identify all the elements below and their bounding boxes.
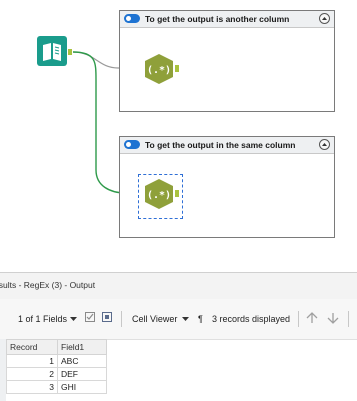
svg-text:(.*): (.*) bbox=[147, 190, 171, 201]
regex-tool-bottom[interactable]: (.*) bbox=[143, 178, 183, 210]
results-toolbar: 1 of 1 Fields Cell Viewer ¶ 3 records di… bbox=[0, 299, 357, 340]
results-header: esults - RegEx (3) - Output bbox=[0, 273, 357, 299]
record-number: 2 bbox=[6, 367, 58, 381]
toolbar-divider bbox=[121, 311, 122, 327]
deselect-icon[interactable] bbox=[102, 312, 113, 323]
field1-cell[interactable]: ABC bbox=[57, 354, 107, 368]
arrow-up-icon[interactable] bbox=[306, 312, 318, 324]
book-icon bbox=[37, 36, 72, 66]
field1-cell[interactable]: DEF bbox=[57, 367, 107, 381]
container-title: To get the output in the same column bbox=[145, 140, 296, 150]
collapse-button[interactable] bbox=[319, 13, 330, 24]
records-count: 3 records displayed bbox=[212, 314, 291, 324]
chevron-up-icon bbox=[322, 143, 327, 146]
regex-icon: (.*) bbox=[145, 54, 179, 84]
table-row[interactable]: 2 DEF bbox=[6, 367, 107, 381]
record-number: 1 bbox=[6, 354, 58, 368]
svg-text:(.*): (.*) bbox=[147, 65, 171, 76]
container-header[interactable]: To get the output is another column bbox=[120, 11, 334, 28]
checkbox-edit-icon[interactable] bbox=[85, 312, 96, 323]
table-row[interactable]: 3 GHI bbox=[6, 380, 107, 394]
toolbar-divider bbox=[348, 311, 349, 327]
fields-selector[interactable]: 1 of 1 Fields bbox=[18, 314, 67, 324]
caret-down-icon[interactable] bbox=[70, 317, 77, 322]
regex-icon: (.*) bbox=[145, 179, 179, 209]
field1-cell[interactable]: GHI bbox=[57, 380, 107, 394]
cell-viewer-selector[interactable]: Cell Viewer bbox=[132, 314, 177, 324]
column-header-field1[interactable]: Field1 bbox=[57, 339, 107, 355]
collapse-button[interactable] bbox=[319, 139, 330, 150]
container-header[interactable]: To get the output in the same column bbox=[120, 137, 334, 154]
column-header-record[interactable]: Record bbox=[6, 339, 58, 355]
container-title: To get the output is another column bbox=[145, 14, 290, 24]
toolbar-divider bbox=[298, 311, 299, 327]
chevron-up-icon bbox=[322, 17, 327, 20]
results-title: esults - RegEx (3) - Output bbox=[0, 280, 96, 290]
pilcrow-toggle[interactable]: ¶ bbox=[198, 314, 203, 324]
regex-tool-top[interactable]: (.*) bbox=[143, 53, 183, 85]
workflow-canvas[interactable]: To get the output is another column (.*)… bbox=[0, 0, 357, 272]
container-enable-toggle[interactable] bbox=[124, 14, 140, 23]
container-enable-toggle[interactable] bbox=[124, 140, 140, 149]
table-row[interactable]: 1 ABC bbox=[6, 354, 107, 368]
results-panel: esults - RegEx (3) - Output 1 of 1 Field… bbox=[0, 272, 357, 401]
record-number: 3 bbox=[6, 380, 58, 394]
caret-down-icon[interactable] bbox=[182, 317, 189, 322]
results-table: Record Field1 1 ABC 2 DEF 3 GHI bbox=[6, 339, 107, 394]
input-data-tool[interactable] bbox=[37, 36, 72, 68]
arrow-down-icon[interactable] bbox=[327, 312, 339, 324]
